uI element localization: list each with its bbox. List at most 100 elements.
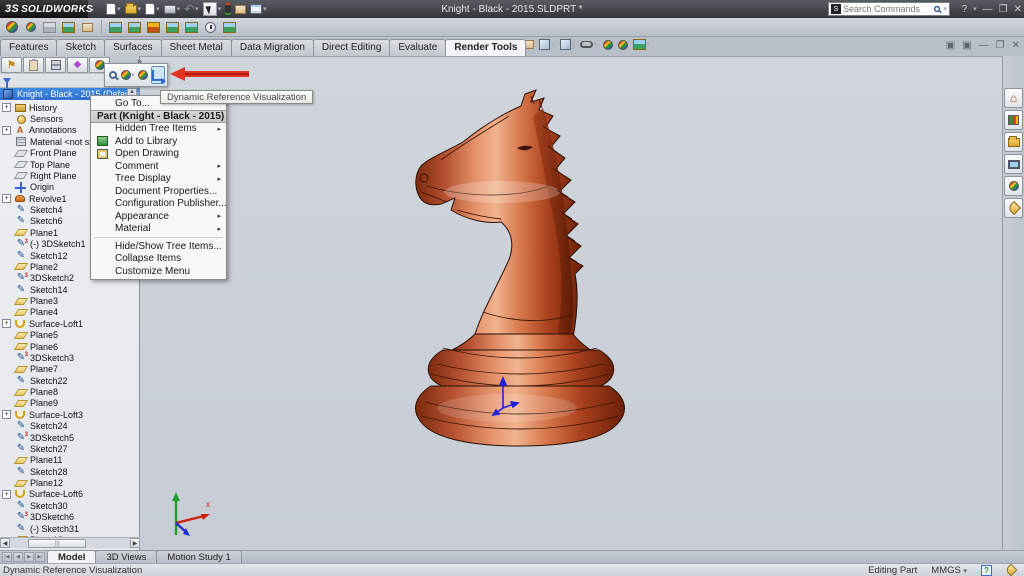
edit-decal-button[interactable] (80, 20, 95, 35)
appearance-target-button[interactable] (137, 66, 149, 84)
file-properties-icon[interactable] (235, 5, 246, 14)
expand-icon[interactable]: + (2, 194, 11, 203)
tree-item-sketch30[interactable]: ✎Sketch30 (0, 500, 140, 511)
tree-item-plane12[interactable]: Plane12 (0, 477, 140, 488)
menu-item-add-to-library[interactable]: Add to Library (91, 135, 226, 148)
recall-last-render-button[interactable] (222, 20, 237, 35)
bottom-tab-motion-study-1[interactable]: Motion Study 1 (156, 550, 241, 563)
menu-item-appearance[interactable]: Appearance▸ (91, 210, 226, 223)
menu-item-tree-display[interactable]: Tree Display▸ (91, 173, 226, 186)
tree-item-surface-loft3[interactable]: +Surface-Loft3 (0, 409, 140, 420)
expand-icon[interactable]: + (2, 103, 11, 112)
help-button[interactable]: ? (962, 4, 968, 15)
tree-item-plane11[interactable]: Plane11 (0, 455, 140, 466)
tab-sheet-metal[interactable]: Sheet Metal (161, 39, 232, 56)
preview-window-button[interactable] (127, 20, 142, 35)
view-orientation-button[interactable]: ▾ (539, 39, 555, 50)
edit-appearance-button[interactable] (603, 40, 613, 50)
tab-data-migration[interactable]: Data Migration (231, 39, 314, 56)
tab-features[interactable]: Features (0, 39, 57, 56)
tree-item-plane6[interactable]: Plane6 (0, 341, 140, 352)
view-palette-button[interactable] (1004, 154, 1023, 174)
integrated-preview-button[interactable] (108, 20, 123, 35)
tree-item-plane4[interactable]: Plane4 (0, 307, 140, 318)
tree-item-plane8[interactable]: Plane8 (0, 386, 140, 397)
undo-dropdown-icon[interactable]: ▾ (195, 5, 199, 13)
tree-item-plane7[interactable]: Plane7 (0, 364, 140, 375)
tree-item-sketch22[interactable]: ✎Sketch22 (0, 375, 140, 386)
bottom-tab-model[interactable]: Model (47, 550, 96, 563)
minimize-button[interactable]: — (979, 40, 989, 51)
tree-item-sketch24[interactable]: ✎Sketch24 (0, 421, 140, 432)
featuremanager-tab[interactable]: ⚑ (1, 57, 22, 73)
undo-icon[interactable]: ↶ (184, 2, 194, 16)
menu-item-comment[interactable]: Comment▸ (91, 160, 226, 173)
last-tab-button[interactable]: ▶| (35, 552, 45, 562)
new-document-dropdown-icon[interactable]: ▾ (117, 5, 121, 13)
restore-button[interactable]: ❐ (996, 40, 1005, 51)
display-style-button[interactable]: ▾ (560, 39, 576, 50)
tab-render-tools[interactable]: Render Tools (445, 39, 526, 56)
print-dropdown-icon[interactable]: ▾ (177, 5, 181, 13)
open-document-dropdown-icon[interactable]: ▾ (138, 5, 142, 13)
menu-item-configuration-publisher-[interactable]: Configuration Publisher... (91, 198, 226, 211)
tree-item-plane3[interactable]: Plane3 (0, 295, 140, 306)
tree-item-surface-loft6[interactable]: +Surface-Loft6 (0, 489, 140, 500)
apply-scene-button[interactable] (618, 40, 628, 50)
custom-properties-button[interactable] (1004, 198, 1023, 218)
final-render-button[interactable] (146, 20, 161, 35)
prev-tab-button[interactable]: ◀ (13, 552, 23, 562)
edit-appearance-dropdown-icon[interactable]: ▾ (131, 71, 135, 79)
menu-item-collapse-items[interactable]: Collapse Items (91, 253, 226, 266)
search-input[interactable] (843, 4, 931, 14)
expand-icon[interactable]: + (2, 319, 11, 328)
search-commands-box[interactable]: S ▾ (828, 2, 950, 16)
tree-item-3dsketch6[interactable]: ✎3DSketch6 (0, 512, 140, 523)
tree-item-plane9[interactable]: Plane9 (0, 398, 140, 409)
view-traffic-light-icon[interactable] (225, 3, 231, 15)
display-style-dropdown-icon[interactable]: ▾ (572, 41, 576, 49)
menu-item-document-properties-[interactable]: Document Properties... (91, 185, 226, 198)
open-document-icon[interactable] (125, 5, 137, 14)
menu-item-hide-show-tree-items-[interactable]: Hide/Show Tree Items... (91, 240, 226, 253)
tab-direct-editing[interactable]: Direct Editing (313, 39, 390, 56)
tree-item-sketch27[interactable]: ✎Sketch27 (0, 443, 140, 454)
search-icon[interactable] (934, 6, 940, 12)
appearances-scenes-button[interactable] (1004, 176, 1023, 196)
edit-appearance-button[interactable] (4, 20, 19, 35)
tree-item-plane5[interactable]: Plane5 (0, 330, 140, 341)
make-drawing-icon[interactable] (145, 3, 155, 15)
scroll-left-arrow[interactable]: ◀ (0, 538, 10, 548)
menu-item-hidden-tree-items[interactable]: Hidden Tree Items▸ (91, 123, 226, 136)
propertymanager-tab[interactable] (23, 57, 44, 73)
quick-tips-icon[interactable]: ? (981, 565, 992, 576)
tree-item-sketch28[interactable]: ✎Sketch28 (0, 466, 140, 477)
tree-item--sketch31[interactable]: ✎(-) Sketch31 (0, 523, 140, 534)
select-dropdown-icon[interactable]: ▾ (218, 5, 222, 13)
tab-sketch[interactable]: Sketch (56, 39, 105, 56)
next-window-button[interactable]: ▣ (962, 40, 971, 51)
make-drawing-dropdown-icon[interactable]: ▾ (156, 5, 160, 13)
tree-item-surface-loft1[interactable]: +Surface-Loft1 (0, 318, 140, 329)
dynamic-reference-visualization-button[interactable] (151, 66, 165, 84)
hide-show-items-button[interactable]: ▾ (580, 41, 598, 49)
menu-expand-arrow[interactable]: ▸ (90, 5, 94, 14)
copy-appearance-button[interactable] (23, 20, 38, 35)
tree-horizontal-scrollbar[interactable]: ◀ ||| ▶ (0, 537, 140, 548)
new-document-icon[interactable] (106, 3, 116, 15)
expand-icon[interactable]: + (2, 410, 11, 419)
knight-model[interactable] (397, 86, 647, 451)
help-dropdown-icon[interactable]: ▾ (973, 5, 977, 13)
dimxpertmanager-tab[interactable]: ◆ (67, 57, 88, 73)
first-tab-button[interactable]: |◀ (2, 552, 12, 562)
render-options-button[interactable] (184, 20, 199, 35)
tab-evaluate[interactable]: Evaluate (389, 39, 446, 56)
design-library-button[interactable] (1004, 110, 1023, 130)
scroll-right-arrow[interactable]: ▶ (130, 538, 140, 548)
viewport-3d[interactable]: x (140, 56, 1002, 550)
menu-item-customize-menu[interactable]: Customize Menu (91, 265, 226, 278)
magnified-selection-button[interactable] (107, 66, 119, 84)
search-dropdown-icon[interactable]: ▾ (943, 5, 947, 13)
tree-item-3dsketch3[interactable]: ✎3DSketch3 (0, 352, 140, 363)
edit-scene-button[interactable] (61, 20, 76, 35)
